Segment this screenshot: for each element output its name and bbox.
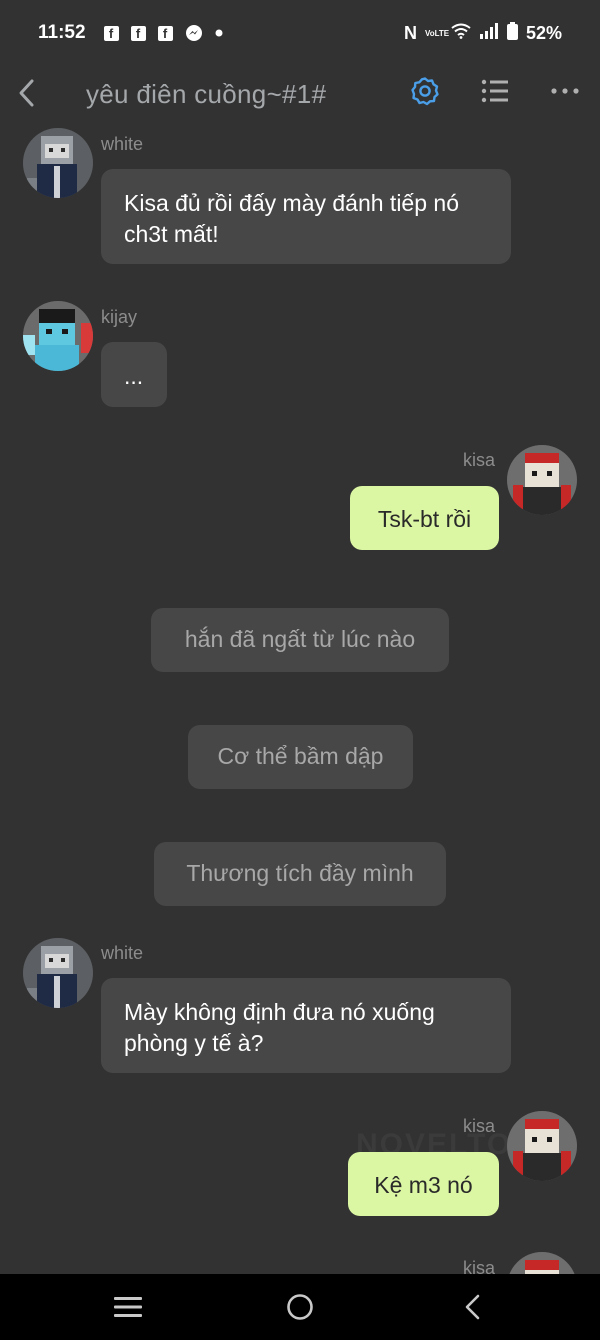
narration-bubble[interactable]: Thương tích đầy mình — [154, 842, 446, 906]
avatar-kisa[interactable] — [507, 445, 577, 515]
messenger-icon — [185, 24, 203, 42]
chevron-left-icon — [19, 79, 34, 107]
character-avatar-icon — [23, 301, 93, 371]
settings-button[interactable] — [410, 76, 440, 106]
narration-bubble[interactable]: hắn đã ngất từ lúc nào — [151, 608, 449, 672]
narration-bubble[interactable]: Cơ thể bầm dập — [188, 725, 413, 789]
facebook-icon: f — [157, 25, 173, 41]
home-circle-icon — [287, 1294, 313, 1320]
chapter-list-button[interactable] — [481, 78, 509, 104]
character-avatar-icon — [23, 128, 93, 198]
message-bubble[interactable]: Tsk-bt rồi — [350, 486, 499, 550]
status-left: 11:52 f f f — [38, 22, 223, 44]
recent-apps-button[interactable] — [114, 1296, 142, 1323]
system-nav-bar — [0, 1274, 600, 1340]
facebook-icon: f — [130, 25, 146, 41]
message-bubble[interactable]: Kệ m3 nó — [348, 1152, 499, 1216]
status-time: 11:52 — [38, 22, 86, 43]
nfc-icon: N — [403, 22, 417, 43]
character-avatar-icon — [507, 445, 577, 515]
avatar-white[interactable] — [23, 938, 93, 1008]
volte-icon: VoLTE — [424, 28, 450, 38]
list-icon — [481, 79, 508, 103]
sender-name: white — [101, 134, 144, 154]
sender-name: kisa — [463, 450, 496, 470]
more-icon — [551, 88, 579, 94]
message-bubble[interactable]: Mày không định đưa nó xuống phòng y tế à… — [101, 978, 511, 1073]
more-options-button[interactable] — [551, 84, 579, 98]
signal-icon — [479, 22, 499, 44]
message-bubble[interactable]: Kisa đủ rồi đấy mày đánh tiếp nó ch3t mấ… — [101, 169, 511, 264]
gear-icon — [411, 77, 439, 106]
sender-name: white — [101, 943, 144, 963]
battery-icon — [506, 21, 518, 45]
back-button[interactable] — [16, 78, 40, 108]
chat-header: yêu điên cuồng~#1# — [0, 66, 600, 122]
back-nav-button[interactable] — [462, 1293, 484, 1326]
facebook-icon: f — [103, 25, 119, 41]
sender-name: kisa — [463, 1116, 496, 1136]
status-bar: 11:52 f f f N VoLTE 52% — [0, 0, 600, 66]
avatar-kijay[interactable] — [23, 301, 93, 371]
battery-level: 52% — [525, 22, 562, 43]
status-right: N VoLTE 52% — [403, 21, 562, 45]
wifi-icon — [451, 23, 471, 44]
home-button[interactable] — [286, 1293, 314, 1326]
chevron-left-icon — [465, 1294, 480, 1320]
message-bubble[interactable]: ... — [101, 342, 167, 407]
character-avatar-icon — [23, 938, 93, 1008]
character-avatar-icon — [507, 1111, 577, 1181]
sender-name: kijay — [101, 307, 138, 327]
avatar-kisa[interactable] — [507, 1111, 577, 1181]
menu-icon — [114, 1297, 142, 1317]
dot-icon — [215, 29, 223, 37]
avatar-white[interactable] — [23, 128, 93, 198]
chat-title: yêu điên cuồng~#1# — [86, 79, 327, 109]
